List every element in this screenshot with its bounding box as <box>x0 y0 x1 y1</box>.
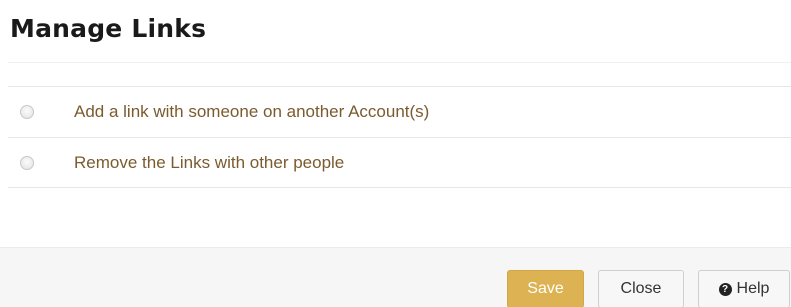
option-remove-links[interactable]: Remove the Links with other people <box>8 137 791 188</box>
remove-links-label[interactable]: Remove the Links with other people <box>74 153 344 173</box>
save-button[interactable]: Save <box>507 270 584 307</box>
manage-links-dialog: Manage Links Add a link with someone on … <box>0 0 791 307</box>
question-circle-icon: ? <box>718 282 732 296</box>
save-button-label: Save <box>527 280 564 297</box>
option-add-link[interactable]: Add a link with someone on another Accou… <box>8 86 791 137</box>
link-options-list: Add a link with someone on another Accou… <box>8 86 791 188</box>
header-divider <box>8 62 791 63</box>
dialog-footer: Save Close ? Help <box>0 247 791 307</box>
add-link-label[interactable]: Add a link with someone on another Accou… <box>74 102 429 122</box>
close-button[interactable]: Close <box>598 270 684 307</box>
help-button-label: Help <box>736 280 770 297</box>
add-link-radio[interactable] <box>20 105 34 119</box>
close-button-label: Close <box>620 280 662 297</box>
help-button[interactable]: ? Help <box>698 270 790 307</box>
dialog-title: Manage Links <box>10 14 207 43</box>
remove-links-radio[interactable] <box>20 155 34 170</box>
